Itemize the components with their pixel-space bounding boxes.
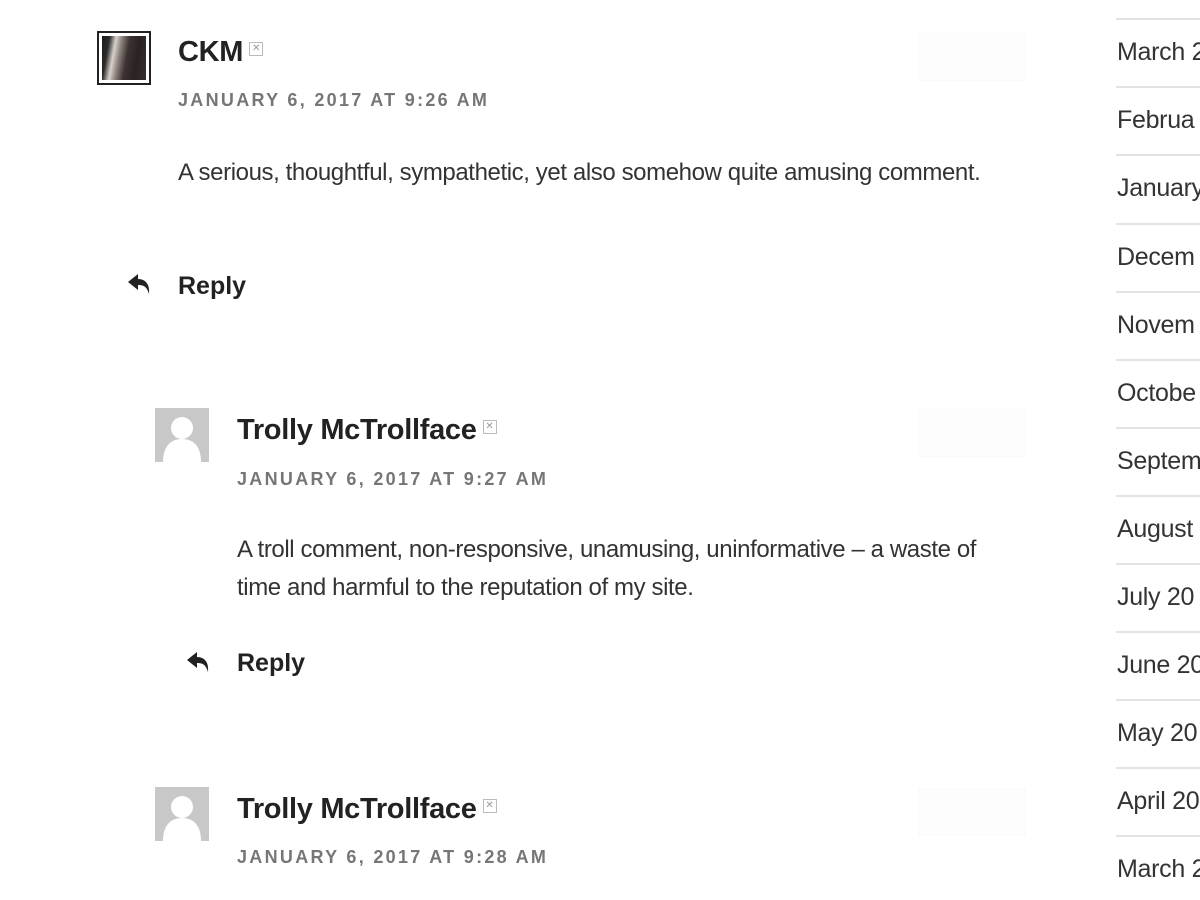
archive-link[interactable]: March 2 bbox=[1117, 38, 1200, 67]
broken-image-icon: ✕ bbox=[482, 799, 497, 813]
archive-item[interactable]: March 2 bbox=[1116, 18, 1200, 86]
reply-label[interactable]: Reply bbox=[237, 649, 305, 678]
archive-link[interactable]: June 20 bbox=[1117, 651, 1200, 680]
archive-item[interactable]: July 20 bbox=[1116, 563, 1200, 631]
archive-link[interactable]: Decem bbox=[1117, 243, 1195, 272]
comment-date[interactable]: January 6, 2017 at 9:26 AM bbox=[178, 90, 489, 111]
archive-link[interactable]: August bbox=[1117, 515, 1193, 544]
broken-image-icon: ✕ bbox=[249, 42, 264, 56]
comment-author-row: CKM ✕ bbox=[178, 36, 264, 69]
broken-image-icon: ✕ bbox=[482, 420, 497, 434]
avatar bbox=[97, 31, 151, 85]
archive-item[interactable]: Novem bbox=[1116, 291, 1200, 359]
reply-arrow-icon bbox=[187, 652, 209, 672]
archive-link[interactable]: Octobe bbox=[1117, 379, 1196, 408]
archive-link[interactable]: April 20 bbox=[1117, 787, 1200, 816]
archive-link[interactable]: May 20 bbox=[1117, 719, 1197, 748]
archive-link[interactable]: Septem bbox=[1117, 447, 1200, 476]
archive-item[interactable]: Decem bbox=[1116, 223, 1200, 291]
archive-link[interactable]: Novem bbox=[1117, 311, 1195, 340]
archive-item[interactable]: January bbox=[1116, 154, 1200, 222]
comment-text: A troll comment, non-responsive, unamusi… bbox=[237, 536, 977, 601]
comment-author-row: Trolly McTrollface ✕ bbox=[237, 414, 497, 447]
archive-item[interactable]: Septem bbox=[1116, 427, 1200, 495]
archive-item[interactable]: April 20 bbox=[1116, 767, 1200, 835]
archive-item[interactable]: Octobe bbox=[1116, 359, 1200, 427]
edit-comment-button[interactable] bbox=[918, 409, 1026, 457]
avatar bbox=[155, 408, 209, 462]
comment-text: A serious, thoughtful, sympathetic, yet … bbox=[178, 159, 981, 186]
archive-link[interactable]: Februa bbox=[1117, 106, 1195, 135]
default-avatar-icon bbox=[163, 417, 201, 462]
comment-author[interactable]: Trolly McTrollface bbox=[237, 414, 477, 446]
reply-arrow-icon bbox=[128, 274, 150, 294]
archive-link[interactable]: January bbox=[1117, 174, 1200, 203]
avatar bbox=[155, 787, 209, 841]
comment-author[interactable]: CKM bbox=[178, 36, 243, 68]
comment-date[interactable]: January 6, 2017 at 9:28 AM bbox=[237, 847, 548, 868]
archive-link[interactable]: March 2 bbox=[1117, 855, 1200, 884]
reply-label[interactable]: Reply bbox=[178, 272, 246, 301]
archive-link[interactable]: July 20 bbox=[1117, 583, 1194, 612]
archive-item[interactable]: Februa bbox=[1116, 86, 1200, 154]
archive-item[interactable]: June 20 bbox=[1116, 631, 1200, 699]
archive-item[interactable]: August bbox=[1116, 495, 1200, 563]
archive-item[interactable]: March 2 bbox=[1116, 835, 1200, 900]
comment-date[interactable]: January 6, 2017 at 9:27 AM bbox=[237, 469, 548, 490]
comment-author[interactable]: Trolly McTrollface bbox=[237, 793, 477, 825]
avatar-photo bbox=[102, 36, 146, 80]
edit-comment-button[interactable] bbox=[918, 33, 1026, 81]
default-avatar-icon bbox=[163, 796, 201, 841]
edit-comment-button[interactable] bbox=[918, 788, 1026, 836]
archive-item[interactable]: May 20 bbox=[1116, 699, 1200, 767]
comment-author-row: Trolly McTrollface ✕ bbox=[237, 793, 497, 826]
sidebar-archives: March 2 Februa January Decem Novem Octob… bbox=[1116, 0, 1200, 900]
